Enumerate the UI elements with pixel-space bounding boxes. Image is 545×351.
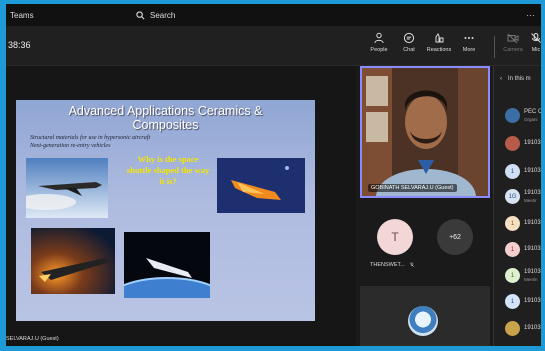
participant-name: 19103 [524, 298, 541, 304]
participants-panel: ‹ In this m PEC O Organi 19103 1 19103 1G 1910… [493, 66, 541, 346]
participant-role: Organi [524, 116, 538, 122]
search-icon [136, 10, 145, 19]
participant-video-main[interactable]: GOBINATH SELVARAJ.U (Guest) [360, 66, 490, 198]
participant-name: 19103 [524, 189, 541, 196]
participant-avatar: 1 [505, 294, 520, 309]
participant-name-label: GOBINATH SELVARAJ.U (Guest) [368, 184, 457, 192]
reentry-vehicle-image [31, 228, 115, 294]
slide-subtitle: Structural materials for use in hyperson… [30, 134, 150, 150]
participant-info: 19103 [524, 168, 541, 175]
panel-header: ‹ In this m [500, 76, 531, 82]
participant-list-item[interactable]: PEC O Organi [505, 108, 541, 123]
participant-name: 19103 [524, 268, 541, 275]
participant-name: 19103 [524, 220, 541, 226]
panel-title: In this m [508, 76, 531, 82]
mic-off-icon [531, 33, 541, 43]
participant-list-item[interactable]: 19103 [505, 136, 541, 151]
participant-info: 19103 [524, 298, 541, 305]
mic-muted-icon [409, 262, 415, 268]
participant-role: Meetin [524, 276, 538, 282]
participant-avatar [505, 136, 520, 151]
title-bar: Teams … [6, 4, 541, 26]
participant-avatar-t[interactable]: T [377, 219, 413, 255]
participant-avatar [505, 321, 520, 336]
search-input[interactable] [150, 10, 350, 20]
slide-title: Advanced Applications Ceramics & Composi… [16, 104, 315, 132]
slide-subtitle-line1: Structural materials for use in hyperson… [30, 135, 151, 141]
people-label: People [370, 47, 388, 53]
participant-avatar: 1 [505, 216, 520, 231]
spaceplane-earth-image [124, 232, 210, 298]
shuttle-shape-image [217, 158, 305, 213]
participant-avatar-image [408, 306, 438, 336]
participant-name: 19103 [524, 168, 541, 174]
chat-button[interactable]: Chat [394, 32, 424, 62]
reactions-label: Reactions [426, 47, 452, 53]
slide-title-line1: Advanced Applications Ceramics & [68, 104, 263, 118]
hypersonic-aircraft-image [26, 158, 108, 218]
participant-info: 19103 Meetir [524, 190, 541, 204]
more-participants-badge[interactable]: +62 [437, 219, 473, 255]
participant-avatar: 1 [505, 164, 520, 179]
window-more-button[interactable]: … [526, 8, 535, 18]
more-button[interactable]: More [454, 32, 484, 62]
participant-tile-bottom[interactable] [360, 286, 490, 346]
chat-icon [403, 32, 415, 44]
camera-label: Camera [503, 47, 523, 53]
participant-name: 19103 [524, 246, 541, 252]
mic-label: Mic [531, 47, 541, 53]
participant-avatar [505, 108, 520, 123]
participant-video-feed [362, 68, 488, 196]
participant-list-item[interactable]: 1 19103 [505, 242, 541, 257]
shared-screen: Advanced Applications Ceramics & Composi… [6, 66, 356, 346]
participant-name: 19103 [524, 325, 541, 331]
participant-list-item[interactable]: 1 19103 [505, 164, 541, 179]
slide-subtitle-line2: Next-generation re-entry vehicles [30, 143, 111, 149]
participant-info: 19103 [524, 246, 541, 253]
participant-avatar: 1 [505, 268, 520, 283]
participant-info: 19103 [524, 325, 541, 332]
camera-off-icon [507, 33, 519, 44]
slide-question: Why is the space shuttle shaped the way … [126, 154, 210, 186]
presentation-slide: Advanced Applications Ceramics & Composi… [16, 100, 315, 321]
search-box[interactable] [136, 7, 386, 23]
participant-info: 19103 Meetin [524, 269, 541, 283]
participant-avatar: 1 [505, 242, 520, 257]
meeting-timer: 38:36 [8, 40, 31, 50]
presenter-label: SELVARAJ.U (Guest) [6, 336, 59, 342]
more-icon [464, 37, 474, 39]
reactions-icon [435, 33, 444, 43]
participant-list-item[interactable]: 1 19103 [505, 294, 541, 309]
meeting-toolbar: 38:36 People Chat Reactions More Camera … [6, 26, 541, 66]
participant-name: PEC O [524, 108, 541, 115]
participant-info: 19103 [524, 140, 541, 147]
back-chevron-icon[interactable]: ‹ [500, 76, 502, 82]
app-title: Teams [10, 10, 34, 20]
chat-label: Chat [403, 47, 415, 53]
participant-list-item[interactable]: 1 19103 [505, 216, 541, 231]
toolbar-divider [494, 36, 495, 58]
participant-name: 19103 [524, 140, 541, 146]
participant-list-item[interactable]: 1 19103 Meetin [505, 268, 541, 283]
mic-button[interactable]: Mic [524, 32, 545, 62]
people-button[interactable]: People [364, 32, 394, 62]
participant-info: 19103 [524, 220, 541, 227]
participant-list-item[interactable]: 19103 [505, 321, 541, 336]
reactions-button[interactable]: Reactions [424, 32, 454, 62]
participant-tile-label: THENSWET... [370, 262, 405, 268]
participant-role: Meetir [524, 197, 537, 203]
participant-tile-name: THENSWET... [370, 262, 415, 268]
participant-list-item[interactable]: 1G 19103 Meetir [505, 189, 541, 204]
people-icon [374, 32, 384, 44]
more-label: More [462, 47, 476, 53]
slide-title-line2: Composites [132, 118, 199, 132]
participant-info: PEC O Organi [524, 109, 541, 123]
participant-avatar: 1G [505, 189, 520, 204]
